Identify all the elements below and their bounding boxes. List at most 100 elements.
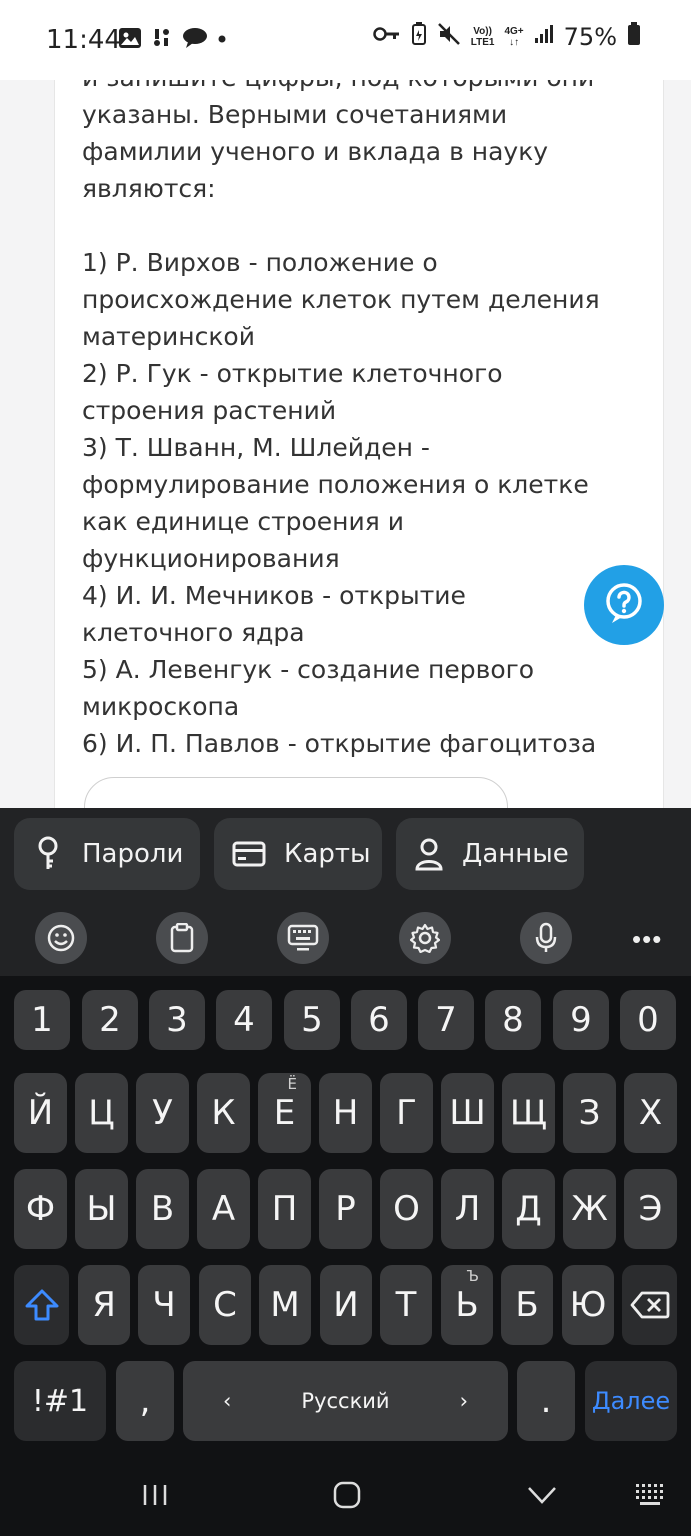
back-button[interactable]: [526, 1480, 558, 1515]
help-button[interactable]: [584, 565, 664, 645]
key-8[interactable]: 8: [485, 990, 541, 1050]
key-letter[interactable]: О: [380, 1169, 433, 1249]
key-letter[interactable]: Ш: [441, 1073, 494, 1153]
autofill-bar: Пароли Карты Данные: [0, 808, 691, 900]
shift-arrow-icon: [25, 1289, 58, 1321]
period-key[interactable]: .: [517, 1361, 575, 1441]
gallery-icon: [118, 27, 142, 54]
battery-icon: [627, 22, 641, 51]
key-letter[interactable]: С: [199, 1265, 251, 1345]
key-letter[interactable]: Б: [501, 1265, 553, 1345]
key-1[interactable]: 1: [14, 990, 70, 1050]
keyboard: 1 2 3 4 5 6 7 8 9 0 Й Ц У К Е Ё Н Г Ш Щ …: [0, 976, 691, 1441]
settings-icon: [410, 923, 440, 953]
signal-icon: [534, 24, 554, 49]
key-letter[interactable]: Г: [380, 1073, 433, 1153]
key-letter[interactable]: Э: [624, 1169, 677, 1249]
key-0[interactable]: 0: [620, 990, 676, 1050]
recent-apps-button[interactable]: [140, 1480, 170, 1515]
key-letter[interactable]: Ы: [75, 1169, 128, 1249]
key-letter-soft-sign[interactable]: Ь Ъ: [441, 1265, 493, 1345]
space-key[interactable]: ‹ Русский ›: [183, 1361, 508, 1441]
web-content[interactable]: и запишите цифры, под которыми они указа…: [0, 80, 691, 810]
home-button[interactable]: [332, 1480, 362, 1515]
key-letter[interactable]: Ф: [14, 1169, 67, 1249]
keyboard-toolbar: •••: [0, 900, 691, 976]
key-letter[interactable]: В: [136, 1169, 189, 1249]
mute-icon: [437, 22, 461, 51]
comma-key[interactable]: ,: [116, 1361, 174, 1441]
keyboard-switch-button[interactable]: [634, 1480, 670, 1515]
language-prev-icon: ‹: [223, 1389, 232, 1413]
question-intro: и запишите цифры, под которыми они указа…: [82, 80, 594, 203]
key-hint: Ё: [287, 1075, 297, 1093]
key-letter[interactable]: Т: [380, 1265, 432, 1345]
shift-key[interactable]: [14, 1265, 69, 1345]
navigation-bar: [0, 1456, 691, 1536]
clipboard-icon: [170, 923, 194, 953]
next-key[interactable]: Далее: [585, 1361, 677, 1441]
key-letter[interactable]: К: [197, 1073, 250, 1153]
key-letter[interactable]: Ч: [138, 1265, 190, 1345]
key-hint: Ъ: [466, 1267, 480, 1285]
status-bar: 11:44 Vo)) LTE1 4G+ ↓↑ 75%: [0, 0, 691, 80]
key-5[interactable]: 5: [284, 990, 340, 1050]
key-4[interactable]: 4: [216, 990, 272, 1050]
key-icon: [38, 836, 58, 869]
key-letter[interactable]: Ж: [563, 1169, 616, 1249]
card-icon: [232, 841, 266, 867]
key-letter[interactable]: Ю: [562, 1265, 614, 1345]
key-6[interactable]: 6: [351, 990, 407, 1050]
key-2[interactable]: 2: [82, 990, 138, 1050]
person-icon: [415, 838, 443, 871]
option-1: 1) Р. Вирхов - положение о происхождение…: [82, 248, 600, 351]
key-letter[interactable]: У: [136, 1073, 189, 1153]
more-options-button[interactable]: •••: [632, 924, 662, 955]
option-5: 5) А. Левенгук - создание первого микрос…: [82, 655, 535, 721]
key-letter[interactable]: Л: [441, 1169, 494, 1249]
key-7[interactable]: 7: [418, 990, 474, 1050]
cards-chip[interactable]: Карты: [214, 818, 382, 890]
keyboard-icon: [287, 924, 319, 951]
key-letter[interactable]: Н: [319, 1073, 372, 1153]
key-letter[interactable]: А: [197, 1169, 250, 1249]
settings-button[interactable]: [399, 912, 451, 964]
data-chip[interactable]: Данные: [396, 818, 584, 890]
key-letter[interactable]: П: [258, 1169, 311, 1249]
backspace-key[interactable]: [622, 1265, 677, 1345]
question-text: и запишите цифры, под которыми они указа…: [82, 80, 612, 762]
emoji-icon: [47, 924, 75, 952]
symbols-key[interactable]: !#1: [14, 1361, 106, 1441]
notification-icons: [118, 26, 228, 55]
dot-icon: [216, 32, 228, 50]
key-letter[interactable]: Я: [78, 1265, 130, 1345]
question-icon: [602, 581, 646, 630]
answer-input[interactable]: [84, 777, 508, 810]
key-icon: [373, 25, 401, 48]
key-9[interactable]: 9: [553, 990, 609, 1050]
key-letter[interactable]: Ц: [75, 1073, 128, 1153]
volte-indicator: Vo)) LTE1: [470, 25, 495, 48]
key-letter[interactable]: Х: [624, 1073, 677, 1153]
emoji-button[interactable]: [35, 912, 87, 964]
key-letter-e[interactable]: Е Ё: [258, 1073, 311, 1153]
keyboard-mode-button[interactable]: [277, 912, 329, 964]
key-letter[interactable]: И: [320, 1265, 372, 1345]
language-label: Русский: [301, 1389, 390, 1413]
clock: 11:44: [46, 25, 121, 55]
clipboard-button[interactable]: [156, 912, 208, 964]
voicemail-icon: [150, 26, 174, 55]
key-letter[interactable]: М: [259, 1265, 311, 1345]
key-letter[interactable]: Й: [14, 1073, 67, 1153]
recent-apps-icon: [143, 1485, 167, 1505]
chat-icon: [182, 27, 208, 54]
passwords-chip[interactable]: Пароли: [14, 818, 200, 890]
key-3[interactable]: 3: [149, 990, 205, 1050]
battery-percent: 75%: [563, 22, 617, 51]
key-letter[interactable]: З: [563, 1073, 616, 1153]
voice-input-button[interactable]: [520, 912, 572, 964]
system-icons: Vo)) LTE1 4G+ ↓↑ 75%: [373, 22, 641, 51]
key-letter[interactable]: Щ: [502, 1073, 555, 1153]
key-letter[interactable]: Р: [319, 1169, 372, 1249]
key-letter[interactable]: Д: [502, 1169, 555, 1249]
